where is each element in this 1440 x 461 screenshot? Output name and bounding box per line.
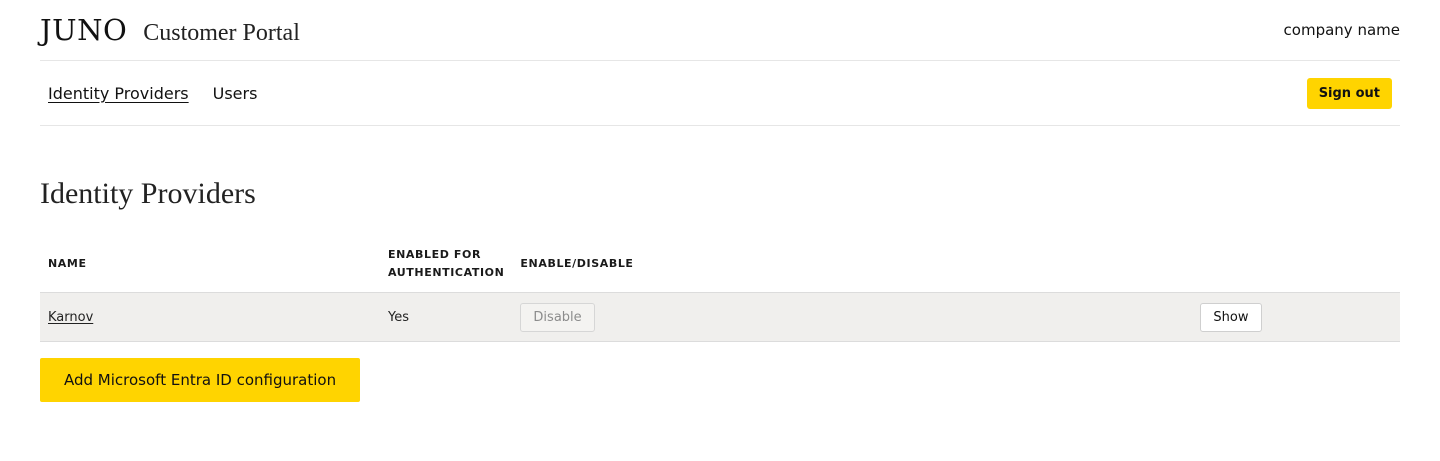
column-header-enabled-line2: AUTHENTICATION [388,266,505,279]
nav-item-users[interactable]: Users [213,84,258,103]
column-header-name: NAME [48,257,87,270]
portal-title: Customer Portal [143,20,300,46]
provider-name-link[interactable]: Karnov [48,310,93,325]
cell-name: Karnov [40,292,380,342]
add-entra-id-configuration-button[interactable]: Add Microsoft Entra ID configuration [40,358,361,402]
column-header-enabled: ENABLED FOR AUTHENTICATION [380,236,512,293]
cell-toggle: Disable [512,292,1193,342]
cell-enabled: Yes [380,292,513,342]
sign-out-button[interactable]: Sign out [1306,77,1392,109]
logo[interactable]: JUNO [40,13,127,47]
column-header-enable-disable: ENABLE/DISABLE [520,257,634,270]
page: JUNO Customer Portal company name Identi… [40,0,1400,402]
nav-item-identity-providers[interactable]: Identity Providers [48,84,189,103]
table-row: Karnov Yes Disable Show [40,292,1400,342]
company-name: company name [1283,21,1400,39]
cell-actions: Show [1192,292,1400,342]
brand: JUNO Customer Portal [40,13,300,47]
show-button[interactable]: Show [1200,302,1262,332]
column-header-actions [1192,236,1400,293]
page-title: Identity Providers [40,177,256,210]
table-header-row: NAME ENABLED FOR AUTHENTICATION ENABLE/DI… [40,236,1400,293]
nav-links: Identity Providers Users [40,84,281,103]
identity-providers-table: NAME ENABLED FOR AUTHENTICATION ENABLE/DI… [40,236,1400,342]
column-header-enabled-line1: ENABLED FOR [388,248,482,261]
main-nav: Identity Providers Users Sign out [40,61,1400,126]
disable-button[interactable]: Disable [520,302,595,332]
header: JUNO Customer Portal company name [40,0,1400,61]
